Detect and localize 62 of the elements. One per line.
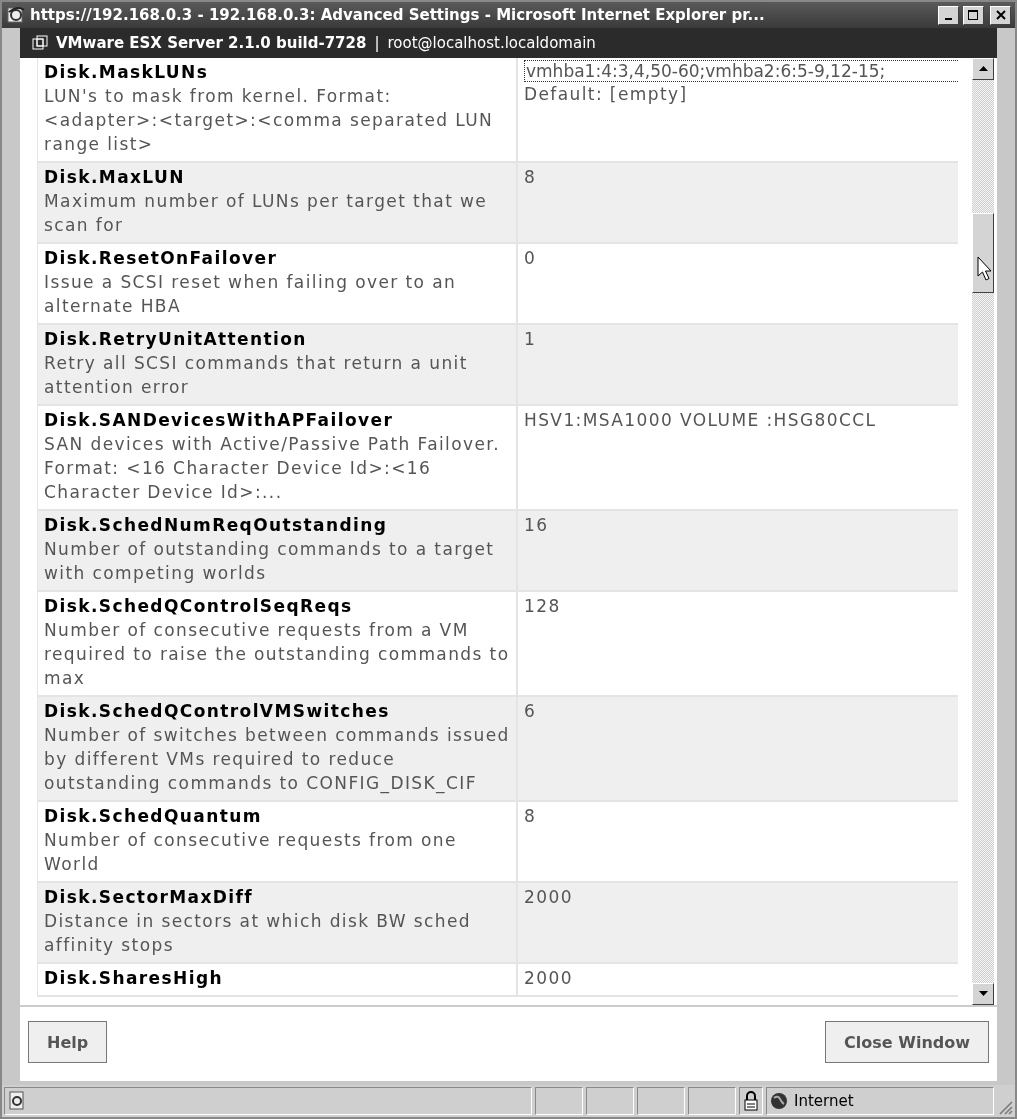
scroll-up-button[interactable] — [972, 58, 994, 80]
setting-value: 16 — [524, 515, 549, 535]
setting-description: Number of consecutive requests from a VM required to raise the outstanding commands to max — [44, 619, 510, 690]
setting-name: Disk.MaxLUN — [44, 166, 186, 189]
setting-value: 8 — [524, 167, 537, 187]
setting-name: Disk.SchedQControlSeqReqs — [44, 595, 354, 618]
up-arrow-icon — [978, 66, 988, 72]
scrollbar-thumb[interactable] — [972, 213, 994, 293]
setting-name: Disk.SchedNumReqOutstanding — [44, 514, 389, 537]
separator: | — [374, 34, 380, 52]
setting-description: LUN's to mask from kernel. Format: <adapter>:<target>:<comma separated LUN range list> — [44, 85, 495, 156]
minimize-button[interactable] — [938, 5, 959, 25]
window-title: https://192.168.0.3 - 192.168.0.3: Advanced Settings - Microsoft Internet Explorer pr... — [30, 6, 766, 24]
setting-name: Disk.SectorMaxDiff — [44, 886, 255, 909]
setting-value: 6 — [524, 701, 537, 721]
status-pane — [688, 1087, 736, 1115]
setting-description: Number of outstanding commands to a target with competing worlds — [44, 538, 496, 585]
setting-value: 128 — [524, 596, 561, 616]
setting-value: 8 — [524, 806, 537, 826]
setting-description: Number of consecutive requests from one World — [44, 829, 458, 876]
help-button[interactable]: Help — [28, 1021, 108, 1063]
setting-description: Retry all SCSI commands that return a unit attention error — [44, 352, 469, 399]
setting-value: 2000 — [524, 887, 573, 907]
setting-value: 2000 — [524, 968, 573, 988]
setting-description: Number of switches between commands issued by different VMs required to reduce outstanding commands to CONFIG_DISK_CIF — [44, 724, 510, 795]
scrollbar[interactable] — [972, 58, 994, 1005]
setting-name: Disk.SchedQControlVMSwitches — [44, 700, 391, 723]
close-button[interactable] — [990, 5, 1011, 25]
value-field[interactable]: vmhba1:4:3,4,50-60;vmhba2:6:5-9,12-15; — [524, 60, 958, 82]
status-pane — [586, 1087, 634, 1115]
setting-name: Disk.ResetOnFailover — [44, 247, 279, 270]
status-pane — [535, 1087, 583, 1115]
zone-label: Internet — [794, 1092, 854, 1110]
setting-description: Distance in sectors at which disk BW sched affinity stops — [44, 910, 472, 957]
product-name: VMware ESX Server 2.1.0 build-7728 — [56, 34, 367, 52]
setting-name: Disk.SANDevicesWithAPFailover — [44, 409, 395, 432]
setting-value: 0 — [524, 248, 537, 268]
setting-description: Maximum number of LUNs per target that we scan for — [44, 190, 489, 237]
maximize-icon — [968, 9, 979, 21]
scroll-down-button[interactable] — [972, 983, 994, 1005]
setting-description: SAN devices with Active/Passive Path Failover. Format: <16 Character Device Id>:<16 Character Device Id>:... — [44, 433, 501, 504]
down-arrow-icon — [978, 991, 988, 997]
resize-grip-icon[interactable] — [997, 1099, 1013, 1115]
close-icon — [995, 10, 1006, 20]
browser-icon — [6, 5, 26, 25]
minimize-icon — [945, 18, 952, 20]
setting-name: Disk.RetryUnitAttention — [44, 328, 308, 351]
setting-value: HSV1:MSA1000 VOLUME :HSG80CCL — [524, 410, 877, 430]
setting-name: Disk.SchedQuantum — [44, 805, 263, 828]
server-icon — [32, 35, 48, 51]
setting-description: Issue a SCSI reset when failing over to an alternate HBA — [44, 271, 458, 318]
user-name: root@localhost.localdomain — [387, 34, 596, 52]
globe-icon — [770, 1092, 788, 1110]
maximize-button[interactable] — [963, 5, 984, 25]
pointer-icon — [977, 256, 993, 282]
default-value: Default: [empty] — [524, 83, 689, 106]
setting-name: Disk.MaskLUNs — [44, 61, 210, 84]
page-icon — [8, 1091, 26, 1111]
setting-value: 1 — [524, 329, 537, 349]
setting-name: Disk.SharesHigh — [44, 967, 224, 990]
close-window-button[interactable]: Close Window — [825, 1021, 989, 1063]
status-pane — [637, 1087, 685, 1115]
